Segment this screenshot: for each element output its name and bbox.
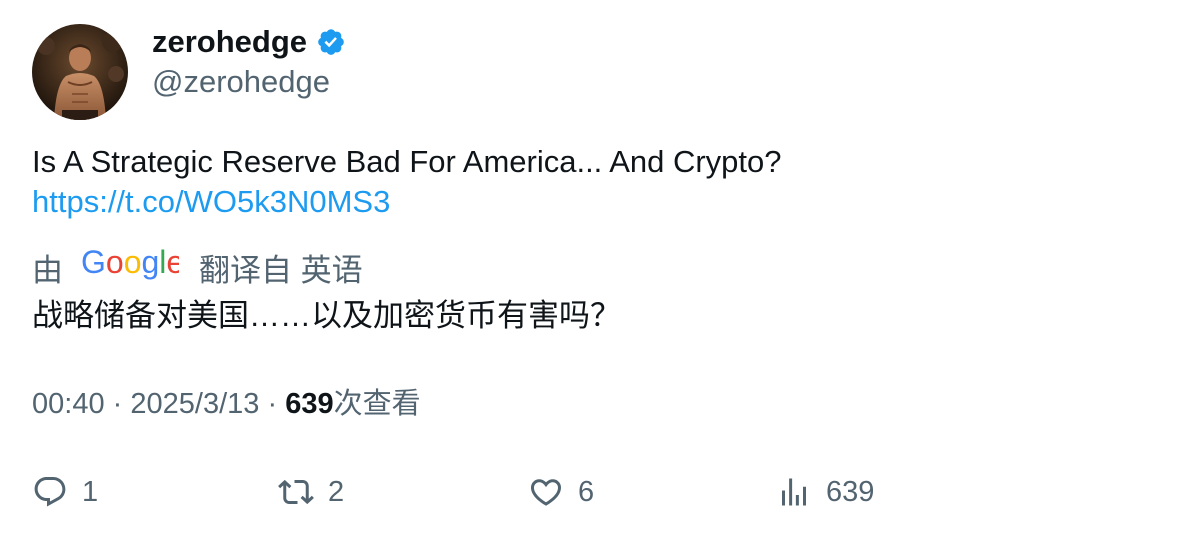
views-action-count: 639 — [826, 476, 875, 508]
author-name-row[interactable]: zerohedge — [152, 22, 346, 62]
tweet-date[interactable]: 2025/3/13 — [130, 388, 259, 420]
tweet-text: Is A Strategic Reserve Bad For America..… — [32, 144, 782, 179]
tweet-link[interactable]: https://t.co/WO5k3N0MS3 — [32, 182, 390, 222]
like-button[interactable]: 6 — [528, 472, 594, 512]
like-count: 6 — [578, 476, 595, 508]
author-handle[interactable]: @zerohedge — [152, 62, 330, 102]
reply-icon — [34, 477, 66, 507]
translation-suffix: 翻译自 英语 — [199, 252, 363, 288]
avatar-image — [32, 24, 128, 120]
retweet-icon — [278, 479, 314, 505]
views-count: 639 — [285, 388, 334, 420]
heart-icon — [530, 479, 562, 506]
translated-text: 战略储备对美国……以及加密货币有害吗？ — [32, 298, 621, 333]
analytics-icon — [782, 478, 806, 506]
retweet-count: 2 — [328, 476, 345, 508]
tweet-meta: 00:40 · 2025/3/13 · 639次查看 — [32, 384, 421, 424]
author-display-name[interactable]: zerohedge — [152, 22, 307, 62]
translation-attribution: 由 Google 翻译自 英语 — [32, 244, 363, 288]
verified-badge-icon — [316, 27, 346, 57]
retweet-button[interactable]: 2 — [278, 472, 344, 512]
svg-text:Google: Google — [81, 244, 179, 280]
translation-prefix: 由 — [32, 252, 63, 288]
meta-separator: · — [267, 388, 278, 420]
meta-separator: · — [112, 388, 123, 420]
tweet-time[interactable]: 00:40 — [32, 388, 105, 420]
views-button[interactable]: 639 — [776, 472, 874, 512]
views-label: 次查看 — [333, 388, 421, 420]
google-logo-icon: Google — [81, 242, 184, 292]
avatar[interactable] — [32, 24, 128, 120]
reply-count: 1 — [82, 476, 99, 508]
reply-button[interactable]: 1 — [32, 472, 98, 512]
